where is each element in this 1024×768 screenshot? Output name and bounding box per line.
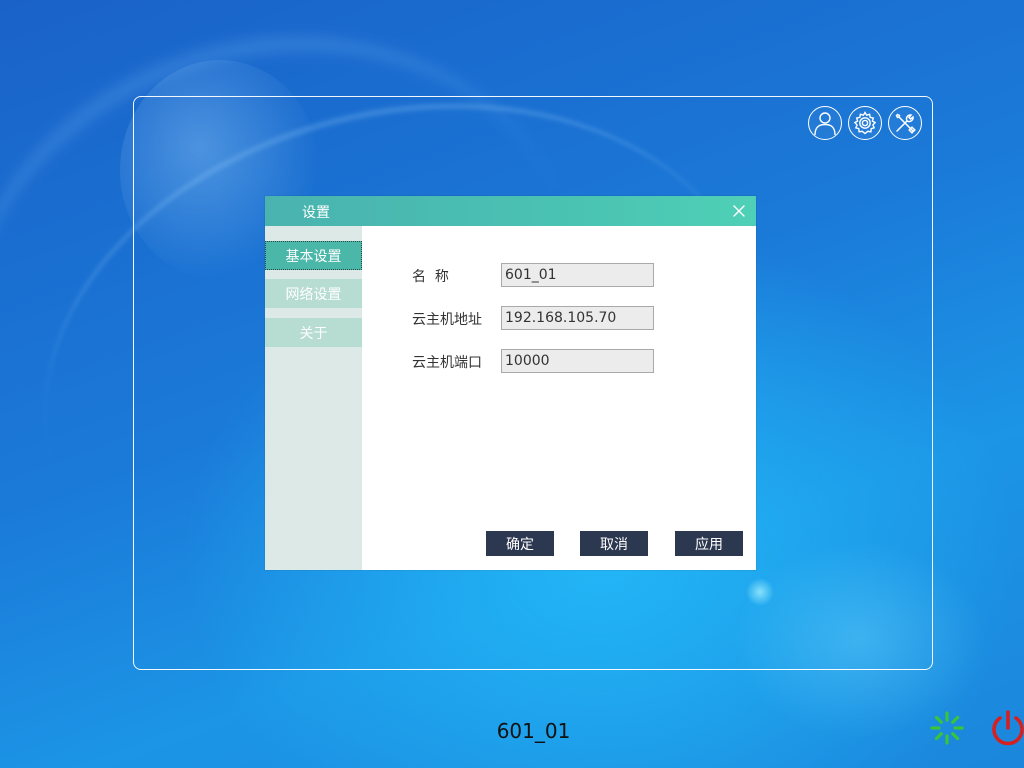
tab-about[interactable]: 关于 [265, 318, 362, 347]
ok-button[interactable]: 确定 [486, 531, 554, 556]
name-input[interactable] [501, 263, 654, 287]
host-port-input[interactable] [501, 349, 654, 373]
device-name-label: 601_01 [496, 719, 571, 743]
name-label: 名 称 [412, 269, 449, 285]
close-icon [733, 205, 745, 217]
tab-network-settings[interactable]: 网络设置 [265, 279, 362, 308]
close-button[interactable] [730, 202, 748, 220]
settings-content: 名 称 云主机地址 云主机端口 [362, 226, 756, 570]
tools-icon [895, 113, 916, 134]
host-port-label: 云主机端口 [412, 355, 482, 371]
dialog-title: 设置 [302, 205, 330, 221]
tab-label: 网络设置 [285, 286, 342, 303]
user-button[interactable] [808, 106, 842, 140]
apply-button[interactable]: 应用 [675, 531, 743, 556]
settings-dialog: 设置 基本设置 网络设置 关于 名 称 云主机地址 云主机端口 确定 取消 应用 [265, 196, 756, 570]
host-address-label: 云主机地址 [412, 312, 482, 328]
top-toolbar [808, 106, 922, 140]
power-button[interactable] [988, 709, 1024, 749]
user-icon [814, 112, 836, 136]
tab-basic-settings[interactable]: 基本设置 [265, 241, 362, 270]
power-icon [992, 710, 1024, 746]
host-address-input[interactable] [501, 306, 654, 330]
cancel-button[interactable]: 取消 [580, 531, 648, 556]
gear-icon [853, 111, 877, 135]
tab-label: 关于 [299, 325, 328, 342]
settings-button[interactable] [848, 106, 882, 140]
loading-spinner-icon [929, 710, 965, 746]
tools-button[interactable] [888, 106, 922, 140]
tab-label: 基本设置 [285, 248, 342, 265]
dialog-titlebar[interactable]: 设置 [265, 196, 756, 226]
settings-sidebar: 基本设置 网络设置 关于 [265, 226, 362, 570]
